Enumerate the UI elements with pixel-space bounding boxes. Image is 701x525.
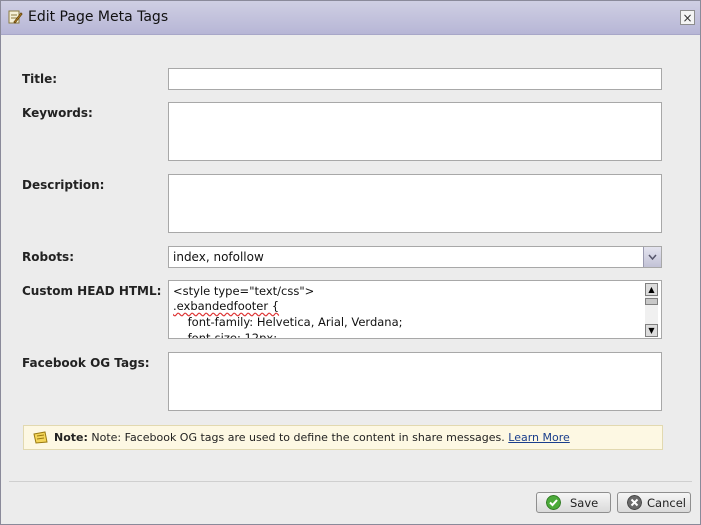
scroll-down-button[interactable]: ▼ (645, 324, 658, 337)
description-textarea[interactable] (168, 174, 662, 233)
title-label: Title: (22, 72, 58, 86)
edit-meta-tags-dialog: Edit Page Meta Tags × Title: Keywords: D… (0, 0, 701, 525)
facebook-og-textarea[interactable] (168, 352, 662, 411)
title-bar[interactable]: Edit Page Meta Tags × (1, 1, 700, 35)
chevron-down-icon (648, 254, 657, 261)
note-pad-icon (33, 431, 48, 444)
note-bold-label: Note: (54, 431, 88, 444)
robots-selected-value: index, nofollow (173, 250, 264, 264)
check-circle-icon (546, 495, 561, 510)
code-line: font-size: 12px; (173, 331, 278, 339)
scrollbar-thumb[interactable] (645, 298, 658, 305)
custom-head-textarea[interactable]: <style type="text/css"> .exbandedfooter … (168, 280, 662, 339)
learn-more-link[interactable]: Learn More (508, 431, 570, 444)
close-icon[interactable]: × (682, 11, 692, 25)
note-text: Note: Note: Facebook OG tags are used to… (54, 431, 570, 444)
description-label: Description: (22, 178, 105, 192)
code-line: .exbandedfooter { (173, 299, 280, 313)
facebook-og-label: Facebook OG Tags: (22, 356, 150, 370)
select-dropdown-button[interactable] (643, 247, 661, 267)
scroll-up-button[interactable]: ▲ (645, 283, 658, 296)
title-input[interactable] (168, 68, 662, 90)
code-line: <style type="text/css"> (173, 284, 315, 298)
cancel-label: Cancel (647, 496, 686, 510)
cross-circle-icon (627, 495, 642, 510)
close-button[interactable]: × (680, 10, 695, 25)
robots-select[interactable]: index, nofollow (168, 246, 662, 268)
note-banner: Note: Note: Facebook OG tags are used to… (23, 425, 663, 450)
keywords-textarea[interactable] (168, 102, 662, 161)
scrollbar[interactable]: ▲ ▼ (645, 283, 658, 337)
code-line: font-family: Helvetica, Arial, Verdana; (173, 315, 403, 329)
pencil-paper-icon (8, 10, 23, 24)
save-label: Save (570, 496, 599, 510)
dialog-title: Edit Page Meta Tags (28, 9, 169, 25)
keywords-label: Keywords: (22, 106, 93, 120)
cancel-button[interactable]: Cancel (617, 492, 691, 513)
save-button[interactable]: Save (536, 492, 611, 513)
custom-head-label: Custom HEAD HTML: (22, 284, 162, 298)
note-message: Note: Facebook OG tags are used to defin… (87, 431, 509, 444)
robots-label: Robots: (22, 250, 74, 264)
footer-divider (9, 481, 692, 482)
